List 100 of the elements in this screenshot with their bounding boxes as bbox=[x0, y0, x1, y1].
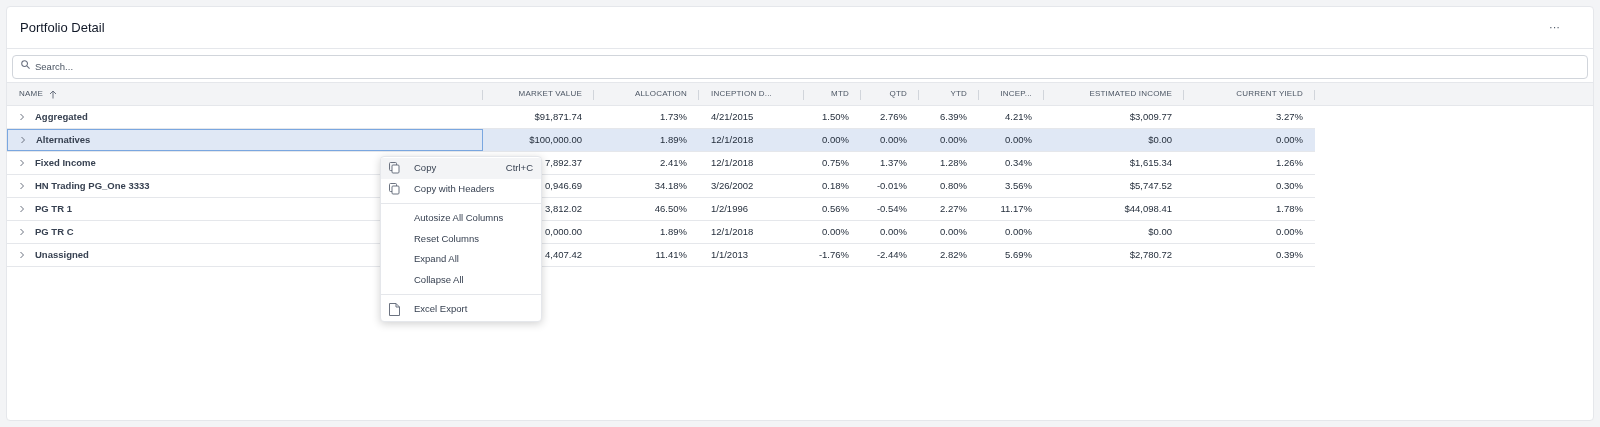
column-header[interactable]: CURRENT YIELD bbox=[1236, 88, 1303, 100]
column-header[interactable]: INCEPTION D... bbox=[711, 88, 773, 100]
table-cell-text: HN Trading PG_One 3333 bbox=[35, 178, 150, 193]
table-cell-text: 2.27% bbox=[940, 201, 967, 216]
table-cell-text: 12/1/2018 bbox=[711, 132, 754, 147]
table-cell-text: 0.56% bbox=[822, 201, 849, 216]
table-cell-text: 1.37% bbox=[880, 155, 907, 170]
table-cell-text: PG TR C bbox=[35, 224, 74, 239]
chevron-right-icon[interactable] bbox=[20, 136, 26, 144]
table-cell-text: 1/2/1996 bbox=[711, 201, 748, 216]
column-header[interactable]: MARKET VALUE bbox=[518, 88, 582, 100]
column-header[interactable]: ALLOCATION bbox=[634, 88, 687, 100]
table-cell-text: 0.00% bbox=[940, 224, 967, 239]
chevron-right-icon[interactable] bbox=[19, 228, 25, 236]
table-cell-text: 4,407.42 bbox=[545, 247, 582, 262]
table-cell-text: $0.00 bbox=[1148, 224, 1172, 239]
table-cell-text: -1.76% bbox=[818, 247, 849, 262]
table-cell-text: 0,000.00 bbox=[545, 224, 582, 239]
table-cell-text: 3/26/2002 bbox=[711, 178, 754, 193]
table-cell-text: 7,892.37 bbox=[545, 155, 582, 170]
table-cell-text: 4.21% bbox=[1005, 109, 1032, 124]
table-cell-text: 46.50% bbox=[654, 201, 687, 216]
table-cell-text: 0.00% bbox=[822, 224, 849, 239]
table-cell-text: 6.39% bbox=[940, 109, 967, 124]
table-cell-text: Unassigned bbox=[35, 247, 89, 262]
chevron-right-icon[interactable] bbox=[19, 251, 25, 259]
table-cell-text: 0.00% bbox=[1005, 224, 1032, 239]
menu-item[interactable]: Excel Export bbox=[381, 299, 541, 320]
table-cell-text: 0,946.69 bbox=[545, 178, 582, 193]
table-cell-text: Fixed Income bbox=[35, 155, 96, 170]
table-cell-text: 0.00% bbox=[880, 224, 907, 239]
table-cell-text: 1.89% bbox=[660, 132, 687, 147]
table-cell-text: -2.44% bbox=[876, 247, 907, 262]
table-cell-text: 1.89% bbox=[660, 224, 687, 239]
column-header[interactable]: YTD bbox=[950, 88, 967, 100]
column-header[interactable]: QTD bbox=[889, 88, 907, 100]
table-cell-text: 0.00% bbox=[1276, 224, 1303, 239]
table-cell-text: 5.69% bbox=[1005, 247, 1032, 262]
menu-item[interactable]: Copy Ctrl+C bbox=[381, 158, 541, 179]
chevron-right-icon[interactable] bbox=[19, 205, 25, 213]
chevron-right-icon[interactable] bbox=[19, 182, 25, 190]
menu-item[interactable]: Collapse All bbox=[381, 269, 541, 290]
menu-item[interactable]: Copy with Headers bbox=[381, 178, 541, 199]
table-cell-text: 2.76% bbox=[880, 109, 907, 124]
table-cell-text: 0.00% bbox=[880, 132, 907, 147]
menu-item[interactable]: Expand All bbox=[381, 249, 541, 270]
table-cell-text: 2.41% bbox=[660, 155, 687, 170]
table-cell-text: 0.00% bbox=[822, 132, 849, 147]
column-header[interactable]: MTD bbox=[831, 88, 849, 100]
table-cell-text: $2,780.72 bbox=[1129, 247, 1172, 262]
table-cell-text: 0.39% bbox=[1276, 247, 1303, 262]
table-cell-text: 12/1/2018 bbox=[711, 224, 754, 239]
table-cell-text: 1/1/2013 bbox=[711, 247, 748, 262]
table-cell-text: 0.00% bbox=[1005, 132, 1032, 147]
table-cell-text: $91,871.74 bbox=[534, 109, 582, 124]
table-cell-text: 1.26% bbox=[1276, 155, 1303, 170]
table-cell-text: $3,009.77 bbox=[1129, 109, 1172, 124]
table-cell-text: 1.50% bbox=[822, 109, 849, 124]
table-cell-text: 0.75% bbox=[822, 155, 849, 170]
arrow-up-icon[interactable] bbox=[48, 89, 57, 99]
table-cell-text: PG TR 1 bbox=[35, 201, 72, 216]
table-cell-text: Aggregated bbox=[35, 109, 88, 124]
table-cell-text: $0.00 bbox=[1148, 132, 1172, 147]
table-cell-text: 0.30% bbox=[1276, 178, 1303, 193]
file-icon bbox=[389, 302, 400, 316]
copy-icon bbox=[389, 162, 400, 175]
table-cell-text: 4/21/2015 bbox=[711, 109, 754, 124]
table-cell-text: 3,812.02 bbox=[545, 201, 582, 216]
column-header[interactable]: NAME bbox=[19, 88, 43, 100]
shortcut-label: Ctrl+C bbox=[505, 161, 533, 176]
chevron-right-icon[interactable] bbox=[19, 159, 25, 167]
table-cell-text: 3.27% bbox=[1276, 109, 1303, 124]
table-cell-text: $1,615.34 bbox=[1129, 155, 1172, 170]
table-cell-text: 1.73% bbox=[660, 109, 687, 124]
table-cell-text: $44,098.41 bbox=[1124, 201, 1172, 216]
column-header[interactable]: ESTIMATED INCOME bbox=[1089, 88, 1172, 100]
panel-title: Portfolio Detail bbox=[20, 18, 105, 37]
table-cell-text: 3.56% bbox=[1005, 178, 1032, 193]
table-cell-text: 0.18% bbox=[822, 178, 849, 193]
table-cell-text: 0.00% bbox=[940, 132, 967, 147]
table-cell-text: 0.00% bbox=[1276, 132, 1303, 147]
table-cell-text: $100,000.00 bbox=[529, 132, 582, 147]
more-button[interactable]: ··· bbox=[1545, 19, 1564, 36]
copy-icon bbox=[389, 182, 400, 195]
table-cell-text: 12/1/2018 bbox=[711, 155, 754, 170]
search-icon bbox=[21, 60, 30, 69]
table-cell-text: 0.34% bbox=[1005, 155, 1032, 170]
table-row[interactable]: Alternatives $100,000.00 1.89% 12/1/2018 0.00% 0.00% 0.00% 0.00% $0.00 0.00% bbox=[7, 129, 1315, 152]
table-cell-text: 0.80% bbox=[940, 178, 967, 193]
table-cell-text: 1.78% bbox=[1276, 201, 1303, 216]
table-cell-text: Alternatives bbox=[36, 132, 91, 147]
table-cell-text: $5,747.52 bbox=[1129, 178, 1172, 193]
table-cell-text: 1.28% bbox=[940, 155, 967, 170]
table-cell-text: 11.17% bbox=[1000, 201, 1032, 216]
column-header[interactable]: INCEP... bbox=[1000, 88, 1032, 100]
table-cell-text: -0.01% bbox=[876, 178, 907, 193]
table-cell-text: 11.41% bbox=[655, 247, 687, 262]
table-cell-text: -0.54% bbox=[876, 201, 907, 216]
chevron-right-icon[interactable] bbox=[19, 113, 25, 121]
search-field[interactable]: Search... bbox=[12, 54, 1588, 79]
